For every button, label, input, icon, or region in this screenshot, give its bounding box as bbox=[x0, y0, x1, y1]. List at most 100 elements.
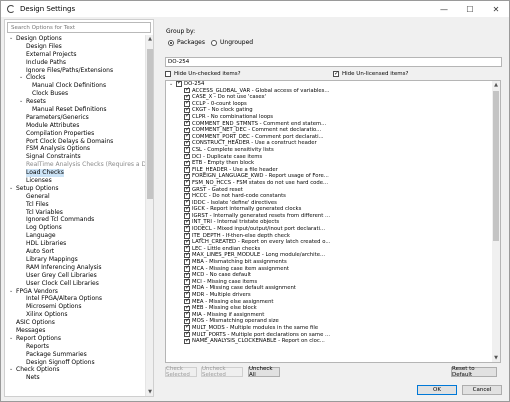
scroll-down-icon[interactable]: ▼ bbox=[146, 388, 154, 396]
check-item[interactable]: MCD - No case default bbox=[166, 272, 500, 279]
check-item[interactable]: IDDC - Isolate 'define' directives bbox=[166, 199, 500, 207]
check-item[interactable]: MDR - Multiple drivers bbox=[166, 291, 500, 299]
reset-to-default-button[interactable]: Reset to Default bbox=[451, 366, 497, 378]
check-item[interactable]: ITE_DEPTH - If-then-else depth check bbox=[166, 232, 500, 240]
tree-item[interactable]: Reports bbox=[5, 343, 145, 351]
checks-scrollbar[interactable]: ▲ ▼ bbox=[492, 81, 500, 362]
check-item[interactable]: INT_TRI - Internal tristate objects bbox=[166, 219, 500, 226]
ok-button[interactable]: OK bbox=[417, 385, 457, 395]
check-item[interactable]: CONSTRUCT_HEADER - Use a construct heade… bbox=[166, 140, 500, 147]
hide-unchecked-option[interactable]: Hide Un-checked items? bbox=[165, 71, 241, 77]
scroll-thumb[interactable] bbox=[147, 49, 153, 199]
hide-unchecked-checkbox[interactable] bbox=[165, 71, 171, 77]
expand-chevron-icon[interactable]: ⌄ bbox=[9, 35, 13, 43]
check-item[interactable]: LATCH_CREATED - Report on every latch cr… bbox=[166, 239, 500, 246]
tree-item[interactable]: HDL Libraries bbox=[5, 240, 145, 248]
packages-radio-label[interactable]: Packages bbox=[177, 39, 205, 46]
cancel-button[interactable]: Cancel bbox=[462, 385, 502, 395]
tree-item[interactable]: Design Signoff Options bbox=[5, 359, 145, 367]
tree-item[interactable]: ASIC Options bbox=[5, 319, 145, 327]
expand-chevron-icon[interactable]: ⌄ bbox=[9, 288, 13, 296]
tree-item[interactable]: Messages bbox=[5, 327, 145, 335]
ungrouped-radio-label[interactable]: Ungrouped bbox=[220, 39, 253, 46]
check-item[interactable]: FILE_HEADER - Use a file header bbox=[166, 166, 500, 174]
check-item[interactable]: CLPR - No combinational loops bbox=[166, 113, 500, 121]
tree-item[interactable]: ⌄ Setup Options bbox=[5, 185, 145, 193]
check-item[interactable]: MEA - Missing else assignment bbox=[166, 298, 500, 306]
check-item[interactable]: IGRST - Internally generated resets from… bbox=[166, 212, 500, 220]
tree-item[interactable]: FSM Analysis Options bbox=[5, 145, 145, 153]
tree-item[interactable]: Signal Constraints bbox=[5, 153, 145, 161]
check-item[interactable]: MULT_MODS - Multiple modules in the same… bbox=[166, 324, 500, 332]
tree-item[interactable]: Include Paths bbox=[5, 59, 145, 67]
expand-chevron-icon[interactable]: ⌄ bbox=[169, 81, 173, 88]
check-item[interactable]: DCI - Duplicate case items bbox=[166, 153, 500, 161]
scroll-down-icon[interactable]: ▼ bbox=[492, 354, 500, 362]
filter-input[interactable]: DO-254 bbox=[165, 57, 502, 67]
tree-item[interactable]: RealTime Analysis Checks (Requires a Des… bbox=[5, 161, 145, 169]
check-item[interactable]: HCCC - Do not hard-code constants bbox=[166, 193, 500, 200]
check-item[interactable]: MCA - Missing case item assignment bbox=[166, 265, 500, 273]
scroll-up-icon[interactable]: ▲ bbox=[492, 81, 500, 89]
check-item-checkbox[interactable] bbox=[184, 338, 190, 345]
tree-item[interactable]: Package Summaries bbox=[5, 351, 145, 359]
tree-item[interactable]: User Clock Cell Libraries bbox=[5, 280, 145, 288]
ungrouped-radio[interactable] bbox=[211, 39, 217, 46]
expand-chevron-icon[interactable]: ⌄ bbox=[9, 185, 13, 193]
scroll-thumb[interactable] bbox=[493, 91, 499, 241]
check-item[interactable]: MAX_LINES_PER_MODULE - Long module/archi… bbox=[166, 252, 500, 259]
tree-item[interactable]: Clock Buses bbox=[5, 90, 145, 98]
tree-item[interactable]: Tcl Variables bbox=[5, 209, 145, 217]
search-options-input[interactable] bbox=[7, 22, 151, 33]
tree-item[interactable]: RAM Inferencing Analysis bbox=[5, 264, 145, 272]
tree-item[interactable]: External Projects bbox=[5, 51, 145, 59]
tree-item[interactable]: Parameters/Generics bbox=[5, 114, 145, 122]
check-item[interactable]: IGCK - Report internally generated clock… bbox=[166, 206, 500, 213]
maximize-button[interactable]: ☐ bbox=[457, 1, 483, 17]
check-item[interactable]: COMMENT_PORT_DEC - Comment port declarat… bbox=[166, 133, 500, 141]
tree-item[interactable]: Ignored Tcl Commands bbox=[5, 216, 145, 224]
check-item[interactable]: CCLP - 0-count loops bbox=[166, 100, 500, 108]
check-item[interactable]: LEC - Little endian checks bbox=[166, 245, 500, 253]
tree-item[interactable]: ⌄ Report Options bbox=[5, 335, 145, 343]
tree-item[interactable]: Licenses bbox=[5, 177, 145, 185]
check-selected-button[interactable]: Check Selected bbox=[165, 366, 197, 378]
check-item[interactable]: CASE_X - Do not use 'casex' bbox=[166, 94, 500, 101]
check-item[interactable]: MIA - Missing if assignment bbox=[166, 311, 500, 319]
sidebar-scrollbar[interactable]: ▲ ▼ bbox=[145, 35, 153, 396]
tree-item[interactable]: ⌄ Clocks bbox=[5, 74, 145, 82]
expand-chevron-icon[interactable]: ⌄ bbox=[9, 335, 13, 343]
tree-item[interactable]: ⌄ Check Options bbox=[5, 366, 145, 374]
hide-unlicensed-checkbox[interactable] bbox=[333, 70, 339, 77]
tree-item[interactable]: Language bbox=[5, 232, 145, 240]
tree-item[interactable]: ⌄ FPGA Vendors bbox=[5, 288, 145, 296]
expand-chevron-icon[interactable]: ⌄ bbox=[9, 366, 13, 374]
uncheck-selected-button[interactable]: Uncheck Selected bbox=[201, 366, 243, 378]
expand-chevron-icon[interactable]: ⌄ bbox=[19, 98, 23, 106]
tree-item[interactable]: General bbox=[5, 193, 145, 201]
packages-radio[interactable] bbox=[168, 39, 174, 46]
uncheck-all-button[interactable]: Uncheck All bbox=[248, 366, 280, 378]
tree-item[interactable]: Log Options bbox=[5, 224, 145, 232]
check-item[interactable]: MULT_PORTS - Multiple port declarations … bbox=[166, 331, 500, 339]
tree-item[interactable]: Manual Reset Definitions bbox=[5, 106, 145, 114]
package-checkbox[interactable] bbox=[176, 81, 182, 87]
tree-item[interactable]: Design Files bbox=[5, 43, 145, 51]
minimize-button[interactable]: — bbox=[431, 1, 457, 17]
tree-item[interactable]: Intel FPGA/Altera Options bbox=[5, 295, 145, 303]
check-item[interactable]: FSM_NO_HCCS - FSM states do not use hard… bbox=[166, 179, 500, 187]
check-item[interactable]: MDA - Missing case default assignment bbox=[166, 285, 500, 292]
tree-item[interactable]: Manual Clock Definitions bbox=[5, 82, 145, 90]
tree-item[interactable]: Module Attributes bbox=[5, 122, 145, 130]
tree-item[interactable]: Compilation Properties bbox=[5, 130, 145, 138]
check-item[interactable]: IODECL - Mixed input/output/inout port d… bbox=[166, 226, 500, 233]
check-item[interactable]: MCI - Missing case items bbox=[166, 278, 500, 286]
tree-item[interactable]: Library Mappings bbox=[5, 256, 145, 264]
tree-item[interactable]: Tcl Files bbox=[5, 201, 145, 209]
check-item[interactable]: COMMENT_NET_DEC - Comment net declaratio… bbox=[166, 127, 500, 134]
tree-item[interactable]: Nets bbox=[5, 374, 145, 382]
scroll-up-icon[interactable]: ▲ bbox=[146, 35, 154, 43]
tree-item[interactable]: Port Clock Delays & Domains bbox=[5, 138, 145, 146]
check-item[interactable]: ACCESS_GLOBAL_VAR - Global access of var… bbox=[166, 87, 500, 95]
package-group-row[interactable]: ⌄DO-254 bbox=[166, 81, 500, 88]
